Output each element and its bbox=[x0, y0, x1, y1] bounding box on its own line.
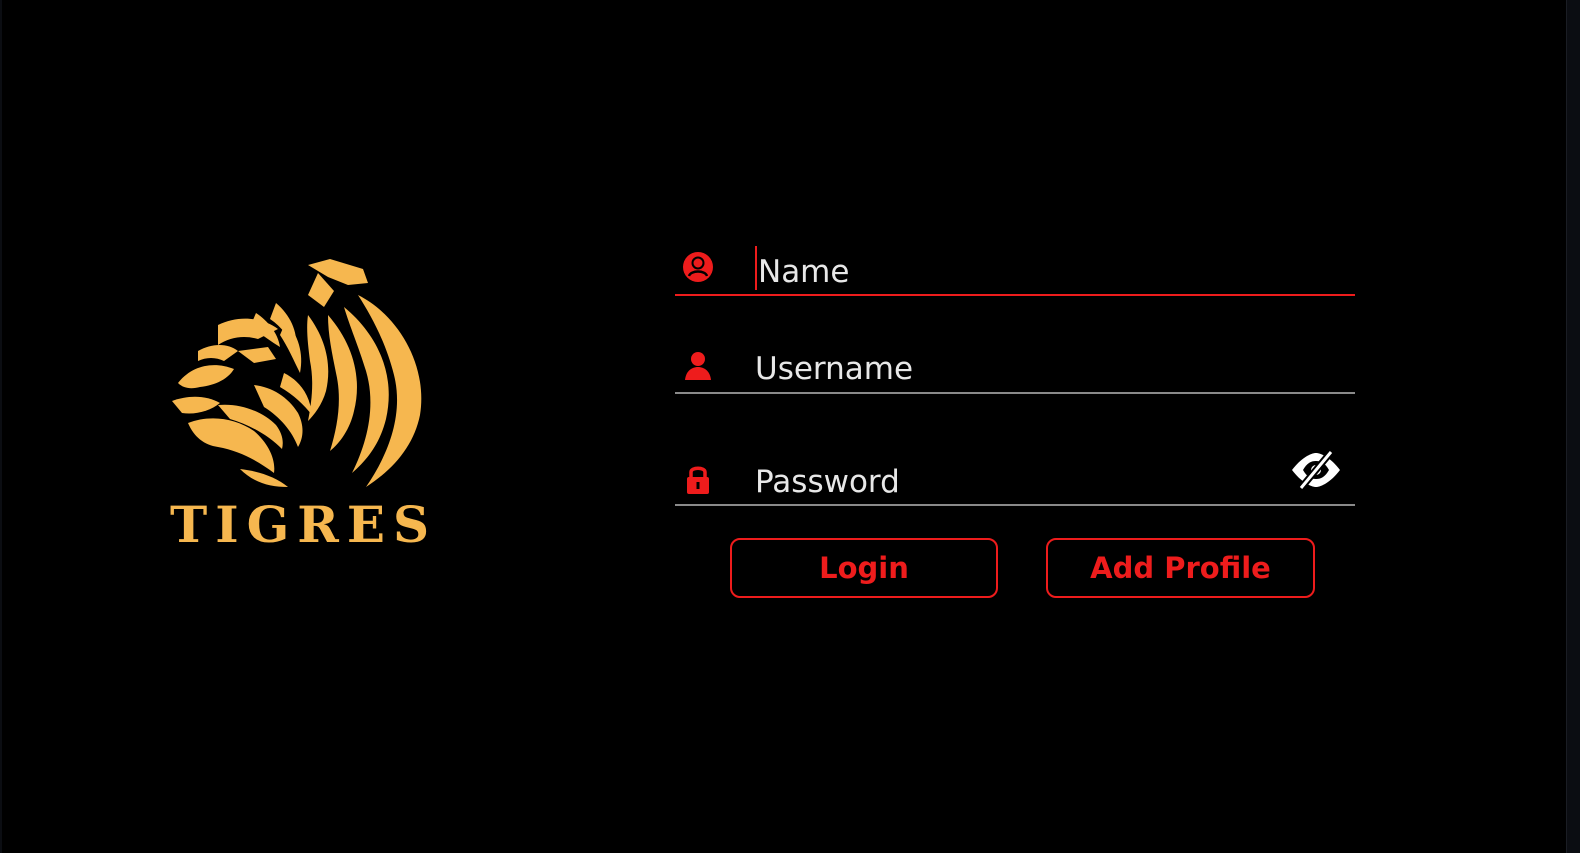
username-field[interactable]: Username bbox=[675, 340, 1355, 394]
user-icon bbox=[685, 352, 711, 380]
login-button[interactable]: Login bbox=[730, 538, 998, 598]
name-field[interactable]: Name bbox=[675, 242, 1355, 296]
username-placeholder: Username bbox=[755, 351, 914, 387]
tiger-head-icon bbox=[172, 259, 422, 487]
password-placeholder: Password bbox=[755, 464, 900, 500]
lock-icon bbox=[687, 466, 709, 494]
text-caret bbox=[755, 246, 757, 290]
password-field[interactable]: Password bbox=[675, 442, 1355, 506]
brand-logo: TIGRES bbox=[150, 255, 470, 555]
login-form: Name Username Password Login Add Profile bbox=[675, 232, 1357, 612]
login-window: TIGRES Name Username Password Login Add … bbox=[0, 0, 1580, 853]
window-edge-left bbox=[0, 0, 2, 853]
name-placeholder: Name bbox=[758, 254, 850, 290]
window-edge-right bbox=[1566, 0, 1580, 853]
add-profile-button[interactable]: Add Profile bbox=[1046, 538, 1315, 598]
eye-off-icon[interactable] bbox=[1289, 448, 1343, 492]
user-circle-icon bbox=[683, 252, 713, 282]
brand-name: TIGRES bbox=[170, 495, 438, 554]
